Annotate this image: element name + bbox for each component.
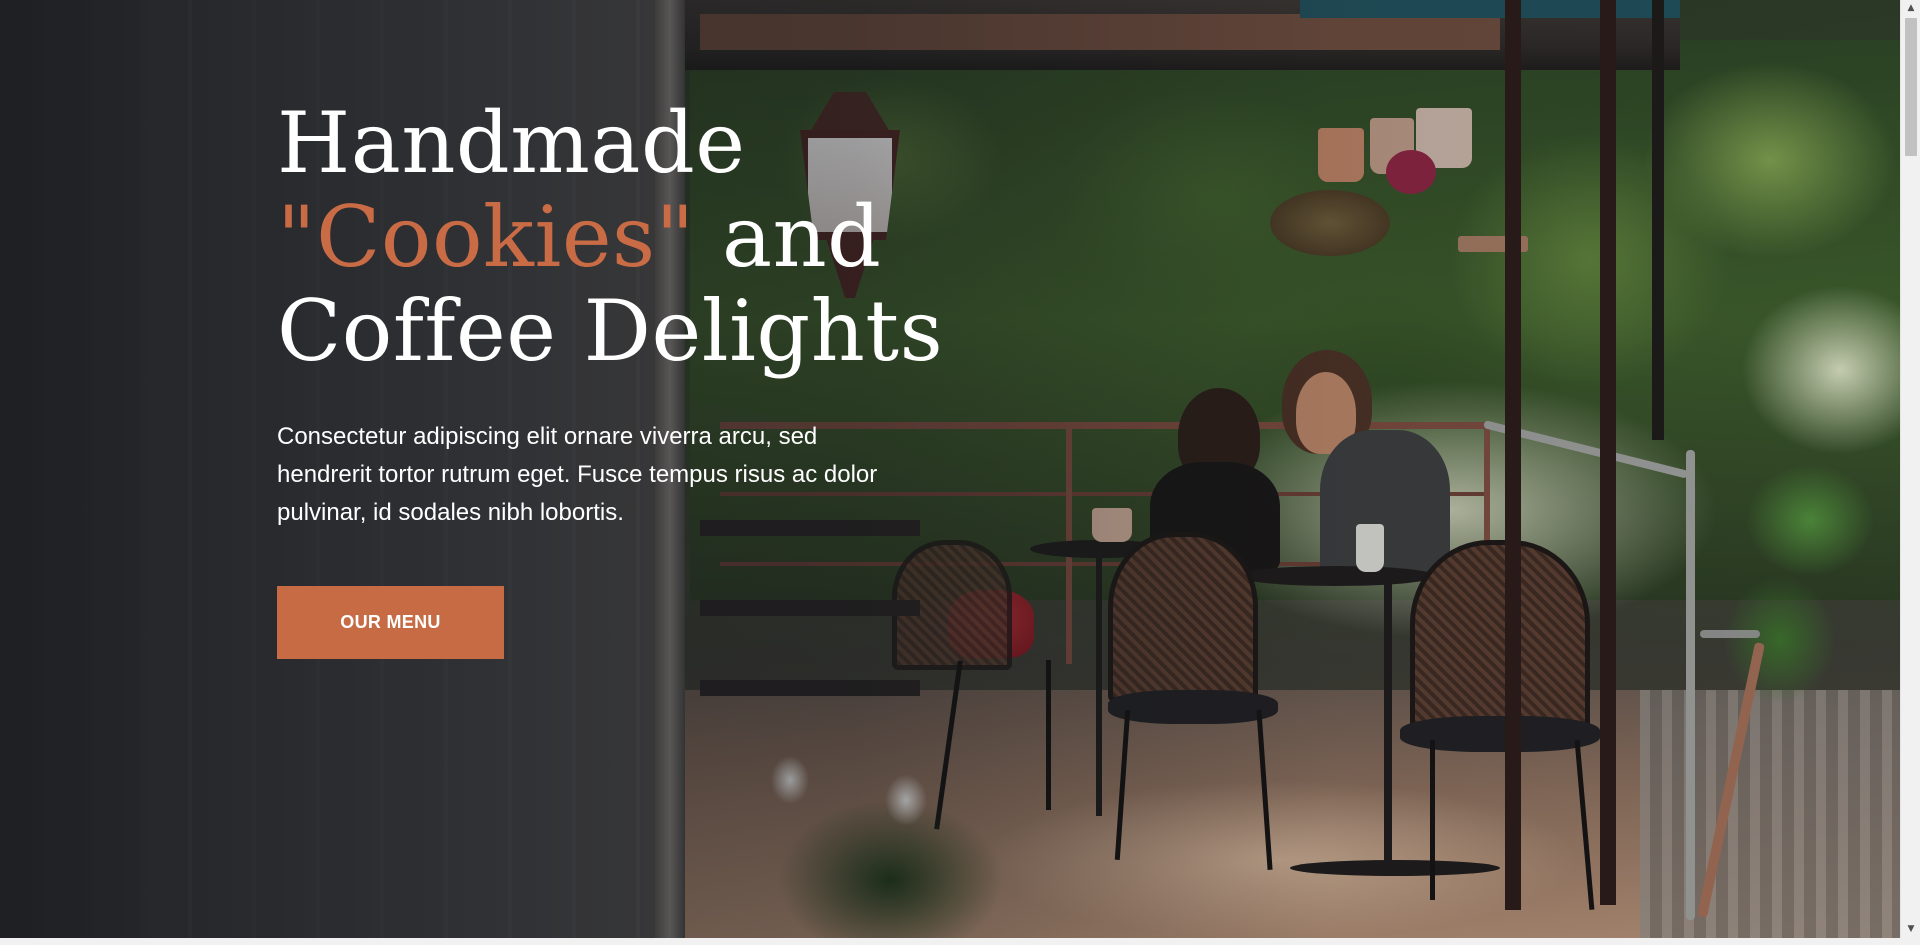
hero-title-line3: Coffee Delights <box>277 282 944 380</box>
hero-content: Handmade "Cookies" and Coffee Delights C… <box>277 96 977 659</box>
vertical-scrollbar[interactable]: ▲ ▼ <box>1900 0 1920 938</box>
scrollbar-thumb[interactable] <box>1905 18 1917 156</box>
hero-title: Handmade "Cookies" and Coffee Delights <box>277 96 977 378</box>
triangle-up-icon[interactable]: ▲ <box>1901 0 1920 17</box>
hero-section: Handmade "Cookies" and Coffee Delights C… <box>0 0 1900 938</box>
page-viewport: Handmade "Cookies" and Coffee Delights C… <box>0 0 1920 945</box>
horizontal-scrollbar-track <box>0 938 1920 945</box>
our-menu-button[interactable]: OUR MENU <box>277 586 504 659</box>
hero-title-highlight: "Cookies" <box>277 188 695 286</box>
triangle-down-icon[interactable]: ▼ <box>1901 921 1920 938</box>
hero-description: Consectetur adipiscing elit ornare viver… <box>277 423 878 526</box>
hero-title-line1: Handmade <box>277 94 746 192</box>
hero-title-line2-rest: and <box>721 188 882 286</box>
